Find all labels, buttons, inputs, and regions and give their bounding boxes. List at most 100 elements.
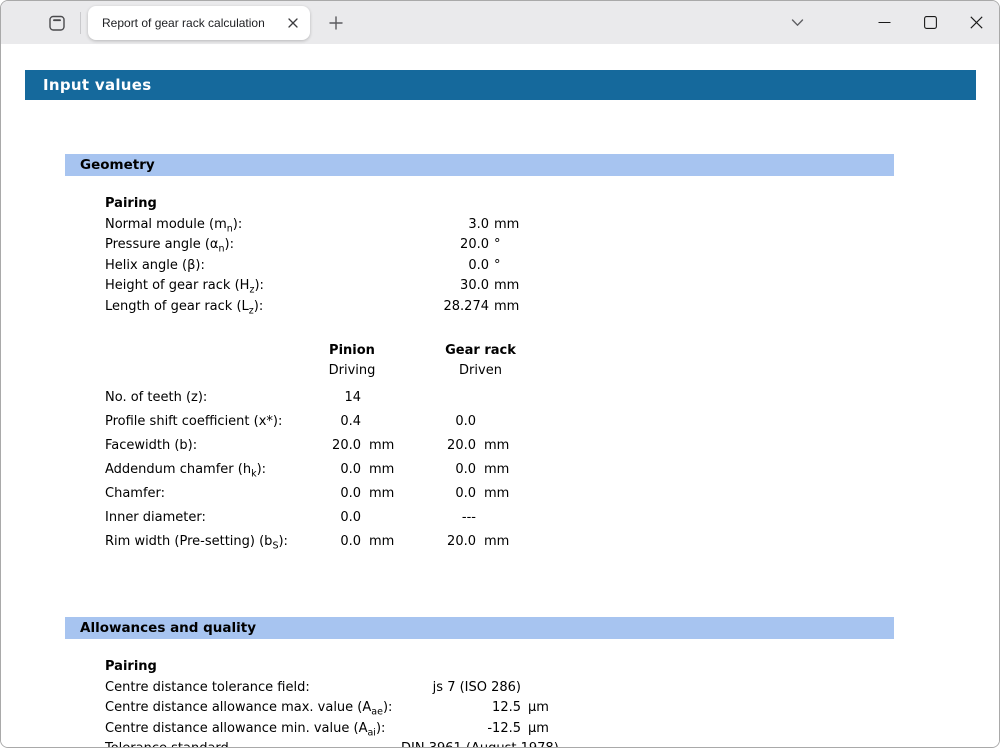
report-title-bar: Input values (25, 70, 976, 100)
close-button[interactable] (953, 1, 999, 44)
gear-rack-unit: mm (484, 434, 524, 458)
gear-rack-value: --- (409, 506, 476, 530)
browser-tab[interactable]: Report of gear rack calculation (88, 6, 310, 40)
titlebar-gap (817, 22, 861, 23)
report-row: Centre distance tolerance field: js 7 (I… (105, 678, 999, 699)
new-tab-button[interactable] (321, 8, 351, 38)
table-row: Facewidth (b): 20.0 mm 20.0 mm (105, 434, 999, 458)
row-unit: mm (494, 215, 519, 236)
pinion-unit: mm (369, 434, 409, 458)
gear-rack-value: 0.0 (409, 482, 476, 506)
report-row: Helix angle (β): 0.0 ° (105, 256, 999, 277)
pinion-value: 14 (281, 386, 361, 410)
row-label: Tolerance standard (105, 739, 401, 748)
pinion-unit: mm (369, 458, 409, 482)
pinion-value: 0.0 (281, 530, 361, 554)
column-name: Pinion (295, 341, 409, 361)
report-row: Length of gear rack (Lz): 28.274 mm (105, 297, 999, 318)
section-title: Allowances and quality (80, 620, 256, 636)
row-unit: µm (528, 698, 549, 719)
table-row: No. of teeth (z): 14 (105, 386, 999, 410)
report-row: Height of gear rack (Hz): 30.0 mm (105, 276, 999, 297)
gear-rack-value: 0.0 (409, 458, 476, 482)
report-title: Input values (43, 76, 152, 94)
pinion-value: 0.0 (281, 506, 361, 530)
row-value: 20.0 (401, 235, 489, 256)
row-label: Chamfer: (105, 482, 281, 506)
pinion-unit (369, 386, 409, 410)
plus-icon (329, 16, 343, 30)
report-content: Input values Geometry Pairing Normal mod… (1, 70, 999, 748)
row-unit: µm (528, 719, 549, 740)
section-header-geometry: Geometry (65, 154, 894, 176)
table-row: Profile shift coefficient (x*): 0.4 0.0 (105, 410, 999, 434)
gear-rack-unit: mm (484, 458, 524, 482)
pinion-unit: mm (369, 530, 409, 554)
table-row: Addendum chamfer (hk): 0.0 mm 0.0 mm (105, 458, 999, 482)
report-row: Normal module (mn): 3.0 mm (105, 215, 999, 236)
gear-rack-unit (484, 506, 524, 530)
row-label: Normal module (mn): (105, 215, 401, 236)
row-unit: ° (494, 235, 501, 256)
column-header-pinion: Pinion Driving (281, 341, 409, 380)
tab-close-button[interactable] (284, 14, 302, 32)
pinion-value: 20.0 (281, 434, 361, 458)
gear-rack-unit (484, 386, 524, 410)
table-header: Pinion Driving Gear rack Driven (105, 341, 999, 380)
title-bar: Report of gear rack calculation (1, 1, 999, 44)
row-value: -12.5 (401, 719, 521, 740)
row-label: Height of gear rack (Hz): (105, 276, 401, 297)
pinion-value: 0.0 (281, 482, 361, 506)
row-value: 30.0 (401, 276, 489, 297)
close-icon (288, 18, 298, 28)
row-label: Pressure angle (αn): (105, 235, 401, 256)
row-unit: mm (494, 276, 519, 297)
table-row: Inner diameter: 0.0 --- (105, 506, 999, 530)
column-header-gear-rack: Gear rack Driven (409, 341, 532, 380)
minimize-icon (878, 16, 891, 29)
table-row: Rim width (Pre-setting) (bS): 0.0 mm 20.… (105, 530, 999, 554)
pinion-unit (369, 506, 409, 530)
row-value: DIN 3961 (August 1978) (401, 739, 521, 748)
column-role: Driven (429, 361, 532, 381)
row-value: 12.5 (401, 698, 521, 719)
row-label: Inner diameter: (105, 506, 281, 530)
section-title: Geometry (80, 157, 155, 173)
minimize-button[interactable] (861, 1, 907, 44)
row-label: Length of gear rack (Lz): (105, 297, 401, 318)
tab-actions-button[interactable] (41, 7, 73, 39)
window-controls (777, 1, 999, 44)
close-icon (970, 16, 983, 29)
pinion-unit: mm (369, 482, 409, 506)
titlebar-separator (80, 12, 81, 34)
row-label: Helix angle (β): (105, 256, 401, 277)
maximize-button[interactable] (907, 1, 953, 44)
row-label: Profile shift coefficient (x*): (105, 410, 281, 434)
column-name: Gear rack (429, 341, 532, 361)
group-heading-pairing: Pairing (105, 194, 999, 215)
row-label: Centre distance tolerance field: (105, 678, 401, 699)
row-value: 0.0 (401, 256, 489, 277)
gear-rack-value: 20.0 (409, 530, 476, 554)
gear-rack-unit (484, 410, 524, 434)
menu-chevron-button[interactable] (777, 1, 817, 44)
gear-rack-unit: mm (484, 482, 524, 506)
chevron-down-icon (790, 15, 805, 30)
row-label: No. of teeth (z): (105, 386, 281, 410)
app-window: Report of gear rack calculation (0, 0, 1000, 748)
row-label: Facewidth (b): (105, 434, 281, 458)
row-label: Addendum chamfer (hk): (105, 458, 281, 482)
table-row: Chamfer: 0.0 mm 0.0 mm (105, 482, 999, 506)
table-body: No. of teeth (z): 14 Profile shift coeff… (1, 386, 999, 554)
row-label: Rim width (Pre-setting) (bS): (105, 530, 281, 554)
row-label: Centre distance allowance min. value (Aa… (105, 719, 401, 740)
column-role: Driving (295, 361, 409, 381)
report-row: Tolerance standard DIN 3961 (August 1978… (105, 739, 999, 748)
group-heading-pairing: Pairing (105, 657, 999, 678)
maximize-icon (924, 16, 937, 29)
report-row: Centre distance allowance min. value (Aa… (105, 719, 999, 740)
gear-rack-value: 20.0 (409, 434, 476, 458)
row-unit: ° (494, 256, 501, 277)
tab-list-icon (47, 13, 67, 33)
row-value: js 7 (ISO 286) (401, 678, 521, 699)
